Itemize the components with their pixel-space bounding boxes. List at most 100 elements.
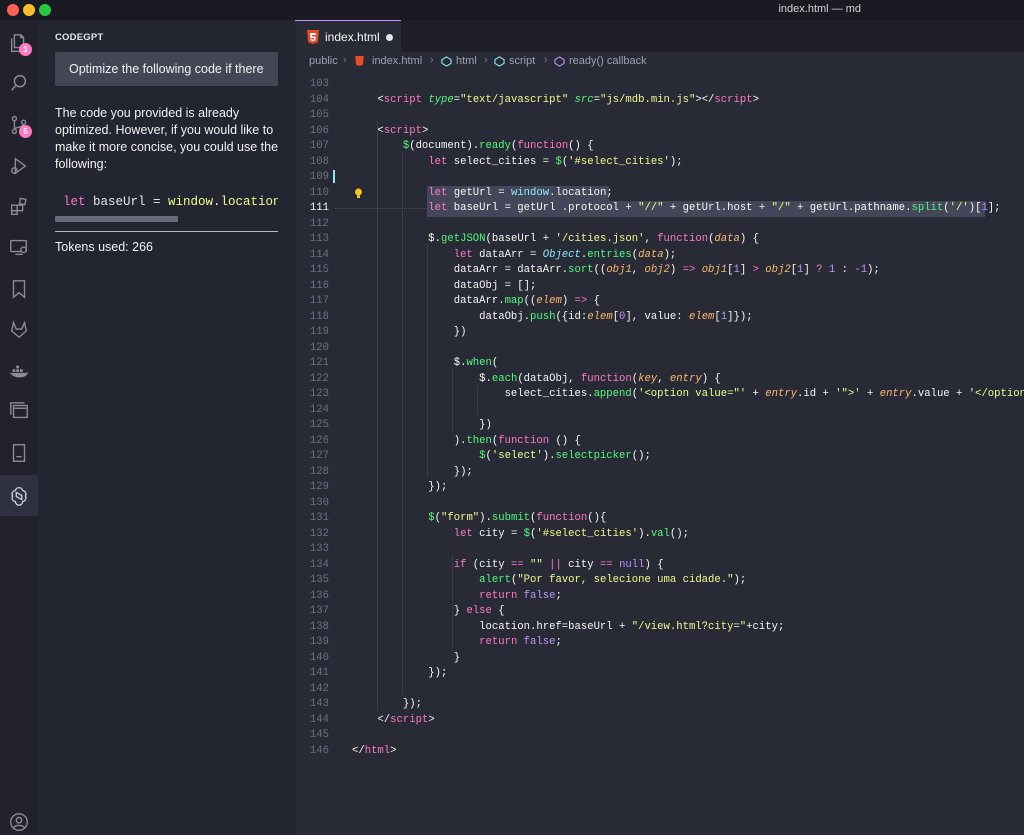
divider bbox=[55, 231, 278, 232]
line-number: 110 bbox=[309, 186, 329, 199]
code-text: let select_cities = $('#select_cities'); bbox=[428, 155, 683, 168]
code-text: let city = $('#select_cities').val(); bbox=[453, 527, 689, 540]
code-line: 122 $.each(dataObj, function(key, entry)… bbox=[295, 372, 1024, 388]
line-number: 124 bbox=[309, 403, 329, 416]
line-number: 119 bbox=[309, 326, 329, 338]
codegpt-button[interactable] bbox=[0, 475, 38, 516]
answer-code-keyword: let bbox=[63, 195, 86, 209]
answer-code-block[interactable]: let baseUrl = window.location. bbox=[55, 190, 278, 214]
prompt-message[interactable]: Optimize the following code if there bbox=[55, 52, 278, 86]
line-number: 114 bbox=[309, 248, 329, 261]
code-line: 106 <script> bbox=[295, 124, 1024, 140]
code-line: 146 </html> bbox=[295, 744, 1024, 760]
code-text: }); bbox=[352, 465, 473, 478]
codegpt-panel: CODEGPT Optimize the following code if t… bbox=[38, 20, 295, 835]
breadcrumb-callback[interactable]: ready() callback bbox=[569, 55, 647, 67]
search-button[interactable] bbox=[0, 64, 38, 102]
code-line: 117 dataArr.map((elem) => { bbox=[295, 294, 1024, 310]
code-text: dataArr.map((elem) => { bbox=[352, 295, 600, 307]
code-line: 113 $.getJSON(baseUrl + '/cities.json', … bbox=[295, 232, 1024, 248]
line-number: 115 bbox=[309, 264, 329, 276]
code-line: 143 }); bbox=[295, 697, 1024, 713]
code-text: dataArr = dataArr.sort((obj1, obj2) => o… bbox=[352, 264, 880, 276]
code-line: 112 bbox=[295, 217, 1024, 233]
run-debug-icon bbox=[10, 157, 27, 175]
code-horizontal-scrollbar[interactable] bbox=[55, 216, 178, 222]
line-number: 127 bbox=[309, 450, 329, 462]
line-number: 134 bbox=[309, 558, 329, 571]
code-line: 118 dataObj.push({id:elem[0], value: ele… bbox=[295, 310, 1024, 326]
element-icon bbox=[494, 56, 505, 67]
line-number: 131 bbox=[309, 512, 329, 524]
gitlab-button[interactable] bbox=[0, 310, 38, 348]
panel-title: CODEGPT bbox=[55, 32, 104, 43]
docker-button[interactable] bbox=[0, 353, 38, 391]
line-number: 123 bbox=[309, 388, 329, 400]
line-number: 111 bbox=[309, 202, 329, 214]
extensions-button[interactable] bbox=[0, 188, 38, 226]
accounts-button[interactable] bbox=[0, 803, 38, 835]
code-text: <script type="text/javascript" src="js/m… bbox=[352, 93, 759, 106]
line-number: 141 bbox=[309, 667, 329, 679]
line-number: 104 bbox=[309, 93, 329, 106]
code-text: return false; bbox=[479, 589, 562, 602]
explorer-button[interactable]: 1 bbox=[0, 24, 38, 62]
notebook-button[interactable] bbox=[0, 434, 38, 472]
code-line: 130 bbox=[295, 496, 1024, 512]
code-text: alert("Por favor, selecione uma cidade."… bbox=[479, 574, 747, 586]
code-line: 104 <script type="text/javascript" src="… bbox=[295, 93, 1024, 109]
unsaved-dot-icon[interactable] bbox=[386, 34, 393, 41]
html5-icon bbox=[307, 30, 319, 44]
answer-code-value: window.location. bbox=[168, 195, 278, 209]
bookmarks-button[interactable] bbox=[0, 270, 38, 308]
line-number: 130 bbox=[309, 496, 329, 509]
line-number: 135 bbox=[309, 574, 329, 586]
breadcrumb-html[interactable]: html bbox=[456, 55, 477, 67]
tabs-manager-button[interactable] bbox=[0, 392, 38, 430]
line-number: 140 bbox=[309, 651, 329, 664]
code-text: $.each(dataObj, function(key, entry) { bbox=[352, 372, 721, 385]
answer-code-plain: baseUrl = bbox=[85, 195, 169, 209]
breadcrumb: public › index.html › html › script › re… bbox=[295, 52, 1024, 70]
code-line-current: 111 let baseUrl = getUrl .protocol + "//… bbox=[295, 201, 1024, 217]
code-text: }); bbox=[352, 698, 422, 710]
line-number: 117 bbox=[309, 295, 329, 307]
source-control-button[interactable]: 5 bbox=[0, 106, 38, 144]
breadcrumb-file[interactable]: index.html bbox=[372, 55, 422, 67]
line-number: 138 bbox=[309, 620, 329, 633]
code-line: 136 return false; bbox=[295, 589, 1024, 605]
code-line: 139 return false; bbox=[295, 635, 1024, 651]
code-text: dataObj.push({id:elem[0], value: elem[1]… bbox=[352, 310, 753, 323]
code-line: 144 </script> bbox=[295, 713, 1024, 729]
code-line: 120 bbox=[295, 341, 1024, 357]
code-text: } else { bbox=[352, 605, 505, 617]
code-text: $.getJSON(baseUrl + '/cities.json', func… bbox=[352, 233, 759, 245]
chevron-right-icon: › bbox=[544, 54, 548, 66]
line-number: 120 bbox=[309, 341, 329, 354]
function-icon bbox=[554, 56, 565, 67]
line-number: 116 bbox=[309, 279, 329, 292]
code-line: 125 }) bbox=[295, 418, 1024, 434]
code-text: <script> bbox=[352, 124, 429, 137]
docker-icon bbox=[9, 365, 29, 378]
run-debug-button[interactable] bbox=[0, 147, 38, 185]
tab-index-html[interactable]: index.html bbox=[295, 20, 401, 52]
line-number: 107 bbox=[309, 140, 329, 152]
remote-explorer-button[interactable] bbox=[0, 228, 38, 266]
code-line: 114 let dataArr = Object.entries(data); bbox=[295, 248, 1024, 264]
line-number: 113 bbox=[309, 233, 329, 245]
code-editor[interactable]: 103 104 <script type="text/javascript" s… bbox=[295, 77, 1024, 817]
element-icon bbox=[441, 56, 452, 67]
answer-text: The code you provided is already optimiz… bbox=[55, 106, 279, 171]
line-number: 142 bbox=[309, 682, 329, 695]
remote-explorer-icon bbox=[10, 239, 28, 256]
code-line: 141 }); bbox=[295, 666, 1024, 682]
breadcrumb-script[interactable]: script bbox=[509, 55, 535, 67]
chevron-right-icon: › bbox=[430, 54, 434, 66]
line-number: 137 bbox=[309, 605, 329, 617]
code-line: 103 bbox=[295, 77, 1024, 93]
title-bar: index.html — md bbox=[0, 0, 1024, 20]
code-line: 110 let getUrl = window.location; bbox=[295, 185, 1024, 201]
breadcrumb-folder[interactable]: public bbox=[309, 55, 338, 67]
code-line: 119 }) bbox=[295, 325, 1024, 341]
